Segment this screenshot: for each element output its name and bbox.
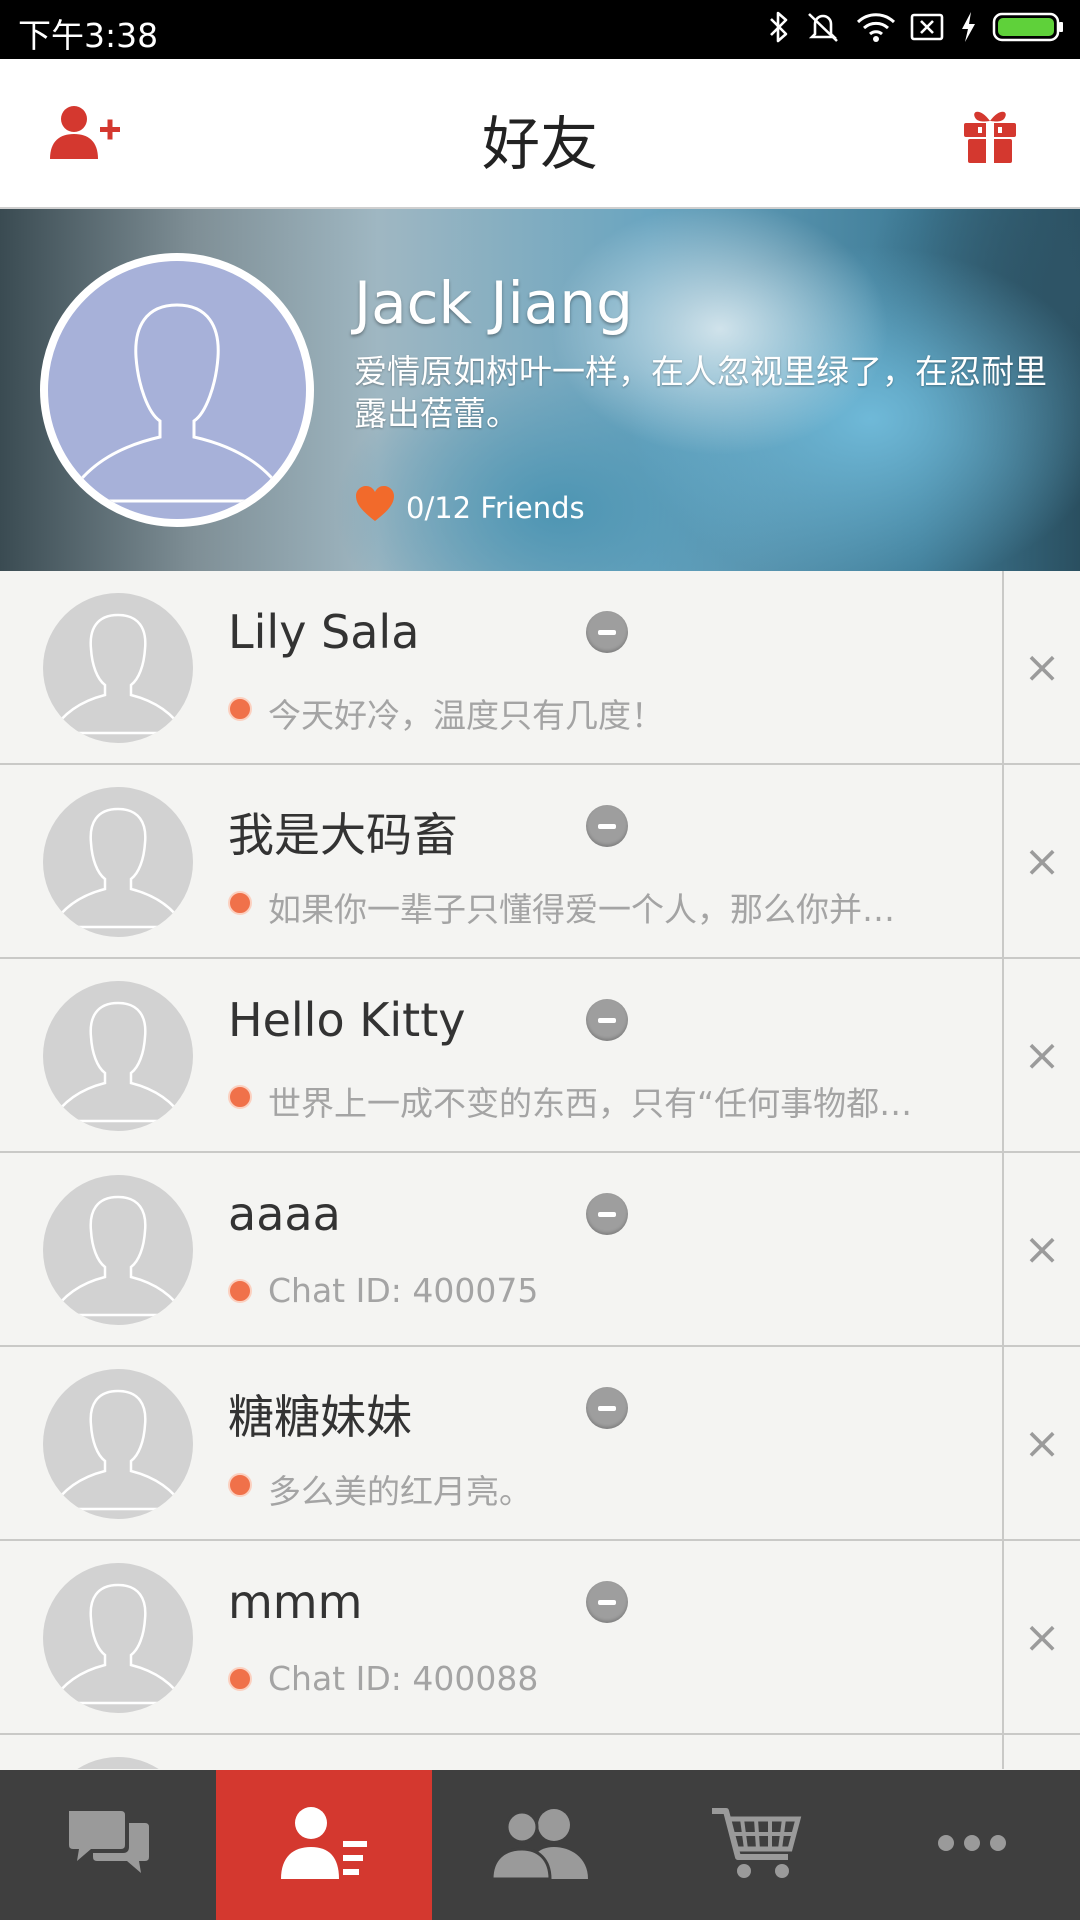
nav-chat[interactable] xyxy=(0,1770,216,1920)
delete-button[interactable]: × xyxy=(1002,1153,1080,1345)
cart-icon xyxy=(708,1803,804,1887)
minus-icon[interactable] xyxy=(586,611,628,653)
close-icon: × xyxy=(1023,1417,1061,1469)
friend-message: Chat ID: 400088 xyxy=(268,1659,539,1698)
profile-banner[interactable]: Jack Jiang 爱情原如树叶一样，在人忽视里绿了，在忍耐里露出蓓蕾。 0/… xyxy=(0,209,1080,571)
minus-icon[interactable] xyxy=(586,1193,628,1235)
friend-message: Chat ID: 400075 xyxy=(268,1271,539,1310)
close-icon: × xyxy=(1023,835,1061,887)
friend-name: Hello Kitty xyxy=(228,993,466,1047)
minus-icon[interactable] xyxy=(586,805,628,847)
friends-count-label: 0/12 Friends xyxy=(406,490,585,525)
friend-name: mmm xyxy=(228,1575,363,1629)
profile-avatar[interactable] xyxy=(40,253,314,527)
list-item[interactable] xyxy=(0,1735,1080,1769)
delete-button[interactable] xyxy=(1002,1735,1080,1769)
page-title: 好友 xyxy=(481,110,598,178)
minus-icon[interactable] xyxy=(586,999,628,1041)
status-dot xyxy=(228,697,252,721)
list-item[interactable]: aaaa Chat ID: 400075 × xyxy=(0,1153,1080,1347)
delete-button[interactable]: × xyxy=(1002,571,1080,763)
close-icon: × xyxy=(1023,1611,1061,1663)
status-icons xyxy=(768,10,1064,44)
avatar xyxy=(43,787,193,937)
status-dot xyxy=(228,891,252,915)
nav-cart[interactable] xyxy=(648,1770,864,1920)
avatar xyxy=(43,981,193,1131)
close-icon: × xyxy=(1023,1029,1061,1081)
group-icon xyxy=(488,1805,592,1885)
delete-button[interactable]: × xyxy=(1002,765,1080,957)
wifi-icon xyxy=(856,11,896,43)
status-bar: 下午3:38 xyxy=(0,0,1080,59)
bluetooth-icon xyxy=(768,10,790,44)
friend-message: 今天好冷，温度只有几度！ xyxy=(268,696,664,735)
friends-count: 0/12 Friends xyxy=(354,485,585,530)
friend-message: 多么美的红月亮。 xyxy=(268,1472,532,1511)
gift-button[interactable] xyxy=(958,103,1022,167)
list-item[interactable]: mmm Chat ID: 400088 × xyxy=(0,1541,1080,1735)
friend-name: aaaa xyxy=(228,1187,341,1241)
close-icon: × xyxy=(1023,641,1061,693)
nav-contacts[interactable] xyxy=(216,1770,432,1920)
list-item[interactable]: Lily Sala 今天好冷，温度只有几度！ × xyxy=(0,571,1080,765)
nav-more[interactable] xyxy=(864,1770,1080,1920)
avatar xyxy=(43,1369,193,1519)
charging-icon xyxy=(958,10,978,44)
avatar xyxy=(43,1175,193,1325)
list-item[interactable]: 糖糖妹妹 多么美的红月亮。 × xyxy=(0,1347,1080,1541)
friend-message: 世界上一成不变的东西，只有“任何事物都… xyxy=(268,1084,913,1123)
contacts-icon xyxy=(277,1803,371,1887)
status-dot xyxy=(228,1279,252,1303)
status-time: 下午3:38 xyxy=(18,16,159,55)
friend-name: 我是大码畜 xyxy=(228,808,458,862)
profile-signature: 爱情原如树叶一样，在人忽视里绿了，在忍耐里露出蓓蕾。 xyxy=(354,352,1047,433)
status-dot xyxy=(228,1667,252,1691)
list-item[interactable]: 我是大码畜 如果你一辈子只懂得爱一个人，那么你并… × xyxy=(0,765,1080,959)
friend-name: 糖糖妹妹 xyxy=(228,1390,412,1444)
minus-icon[interactable] xyxy=(586,1387,628,1429)
vibrate-off-icon xyxy=(804,10,842,44)
gift-icon xyxy=(958,111,1022,171)
heart-icon xyxy=(354,485,396,530)
friend-message: 如果你一辈子只懂得爱一个人，那么你并… xyxy=(268,890,895,929)
delete-button[interactable]: × xyxy=(1002,1347,1080,1539)
more-icon xyxy=(936,1833,1008,1857)
delete-button[interactable]: × xyxy=(1002,959,1080,1151)
status-dot xyxy=(228,1473,252,1497)
avatar xyxy=(43,593,193,743)
nav-group[interactable] xyxy=(432,1770,648,1920)
no-sim-icon xyxy=(910,12,944,42)
friend-list[interactable]: Lily Sala 今天好冷，温度只有几度！ × 我是大码畜 如果你一辈子只懂得… xyxy=(0,571,1080,1769)
status-dot xyxy=(228,1085,252,1109)
list-item[interactable]: Hello Kitty 世界上一成不变的东西，只有“任何事物都… × xyxy=(0,959,1080,1153)
avatar xyxy=(43,1563,193,1713)
close-icon: × xyxy=(1023,1223,1061,1275)
battery-icon xyxy=(992,10,1064,44)
avatar xyxy=(43,1757,193,1769)
header: 好友 xyxy=(0,59,1080,209)
profile-name: Jack Jiang xyxy=(354,269,633,337)
chat-icon xyxy=(65,1805,151,1885)
delete-button[interactable]: × xyxy=(1002,1541,1080,1733)
friend-name: Lily Sala xyxy=(228,605,420,659)
bottom-nav xyxy=(0,1770,1080,1920)
minus-icon[interactable] xyxy=(586,1581,628,1623)
